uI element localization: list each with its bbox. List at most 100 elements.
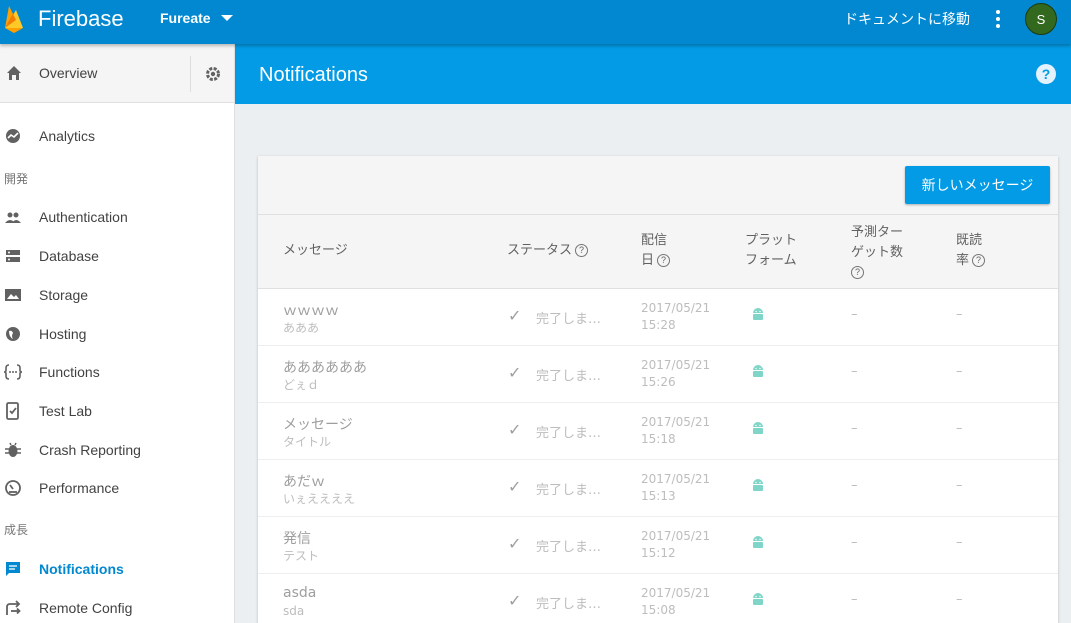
sidebar-item-test-lab[interactable]: Test Lab — [0, 394, 234, 428]
help-icon[interactable]: ? — [575, 244, 589, 257]
predicted-targets-value: – — [851, 364, 858, 379]
speedometer-icon — [5, 480, 21, 496]
firebase-logo-icon[interactable] — [3, 4, 25, 34]
section-label-develop: 開発 — [4, 172, 29, 186]
column-label: 率 — [956, 253, 970, 268]
message-subtitle: テスト — [283, 549, 320, 563]
column-header-message[interactable]: メッセージ — [283, 241, 348, 261]
check-icon: ✓ — [508, 534, 522, 553]
sidebar-item-performance[interactable]: Performance — [0, 471, 234, 505]
column-header-delivery-date[interactable]: 配信日? — [641, 231, 671, 271]
sidebar-item-label: Test Lab — [39, 403, 92, 419]
table-body: ｗｗｗｗ あああ ✓ 完了しま… 2017/05/21 15:28 – – ああああああ どぇｄ ✓… — [258, 289, 1058, 623]
gear-icon[interactable] — [204, 65, 222, 83]
table-row[interactable]: メッセージ タイトル ✓ 完了しま… 2017/05/21 15:18 – – — [258, 403, 1058, 460]
check-icon: ✓ — [508, 306, 522, 325]
check-icon: ✓ — [508, 591, 522, 610]
table-row[interactable]: ああああああ どぇｄ ✓ 完了しま… 2017/05/21 15:26 – – — [258, 346, 1058, 403]
column-label: 配信 — [641, 233, 668, 248]
column-header-read-rate[interactable]: 既読率? — [956, 231, 986, 271]
column-header-predicted-targets[interactable]: 予測ターゲット数? — [851, 223, 903, 283]
android-icon — [753, 479, 763, 491]
overview-label: Overview — [39, 65, 98, 81]
table-row[interactable]: ｗｗｗｗ あああ ✓ 完了しま… 2017/05/21 15:28 – – — [258, 289, 1058, 346]
android-icon — [753, 422, 763, 434]
android-icon — [753, 593, 763, 605]
column-label: フォーム — [745, 253, 797, 268]
people-icon — [5, 212, 21, 223]
help-icon[interactable]: ? — [657, 254, 671, 267]
sidebar-item-label: Functions — [39, 364, 100, 380]
sidebar-item-label: Remote Config — [39, 600, 133, 616]
delivery-date: 2017/05/21 15:26 — [641, 357, 710, 391]
project-selector[interactable]: Fureate — [160, 10, 233, 26]
date-value: 2017/05/21 — [641, 472, 711, 486]
sidebar-overview[interactable]: Overview — [0, 44, 234, 103]
message-title: ｗｗｗｗ — [283, 303, 339, 319]
status-text: 完了しま… — [536, 426, 602, 441]
column-label: 予測ター — [851, 225, 904, 240]
page-header: Notifications ? — [235, 44, 1071, 104]
help-icon[interactable]: ? — [851, 266, 864, 279]
project-name: Fureate — [160, 10, 211, 26]
message-subtitle: sda — [283, 604, 305, 618]
section-label-grow: 成長 — [4, 523, 29, 537]
check-icon: ✓ — [508, 420, 522, 439]
time-value: 15:13 — [641, 489, 676, 503]
sidebar-item-database[interactable]: Database — [0, 239, 234, 273]
android-icon — [753, 308, 763, 320]
sidebar-item-functions[interactable]: Functions — [0, 355, 234, 389]
time-value: 15:26 — [641, 375, 676, 389]
delivery-date: 2017/05/21 15:08 — [641, 585, 710, 619]
table-row[interactable]: asda sda ✓ 完了しま… 2017/05/21 15:08 – – — [258, 574, 1058, 623]
sidebar-item-remote-config[interactable]: Remote Config — [0, 591, 234, 623]
status-text: 完了しま… — [536, 483, 602, 498]
card-toolbar: 新しいメッセージ — [258, 156, 1058, 215]
sidebar-item-authentication[interactable]: Authentication — [0, 200, 234, 234]
column-label: プラット — [745, 233, 798, 248]
test-lab-icon — [6, 402, 19, 420]
status-text: 完了しま… — [536, 597, 602, 612]
message-title: メッセージ — [283, 417, 353, 433]
column-label: ゲット数 — [851, 245, 904, 260]
table-row[interactable]: あだｗ いぇええええ ✓ 完了しま… 2017/05/21 15:13 – – — [258, 460, 1058, 517]
help-icon[interactable]: ? — [972, 254, 986, 267]
sidebar-item-notifications[interactable]: Notifications — [0, 552, 234, 586]
check-icon: ✓ — [508, 477, 522, 496]
sidebar-item-label: Hosting — [39, 326, 87, 342]
sidebar-item-analytics[interactable]: Analytics — [0, 119, 234, 153]
chat-icon — [6, 562, 20, 576]
help-icon[interactable]: ? — [1036, 64, 1056, 84]
predicted-targets-value: – — [851, 592, 858, 607]
analytics-icon — [6, 129, 20, 143]
message-title: asda — [283, 585, 317, 601]
date-value: 2017/05/21 — [641, 358, 711, 372]
docs-link[interactable]: ドキュメントに移動 — [844, 9, 970, 29]
table-row[interactable]: 発信 テスト ✓ 完了しま… 2017/05/21 15:12 – – — [258, 517, 1058, 574]
delivery-date: 2017/05/21 15:28 — [641, 300, 710, 334]
time-value: 15:18 — [641, 432, 676, 446]
predicted-targets-value: – — [851, 478, 858, 493]
column-header-status[interactable]: ステータス? — [507, 241, 589, 261]
check-icon: ✓ — [508, 363, 522, 382]
predicted-targets-value: – — [851, 421, 858, 436]
sidebar-item-crash-reporting[interactable]: Crash Reporting — [0, 433, 234, 467]
sidebar-item-storage[interactable]: Storage — [0, 278, 234, 312]
sidebar-item-hosting[interactable]: Hosting — [0, 317, 234, 351]
bug-icon — [5, 442, 21, 457]
status-text: 完了しま… — [536, 312, 602, 327]
predicted-targets-value: – — [851, 307, 858, 322]
read-rate-value: – — [956, 307, 963, 322]
new-message-button[interactable]: 新しいメッセージ — [905, 166, 1050, 204]
storage-icon — [5, 289, 21, 301]
read-rate-value: – — [956, 421, 963, 436]
brand-name[interactable]: Firebase — [38, 6, 124, 32]
delivery-date: 2017/05/21 15:18 — [641, 414, 710, 448]
column-header-platform[interactable]: プラット フォーム — [745, 231, 797, 271]
status-text: 完了しま… — [536, 540, 602, 555]
more-vert-icon[interactable] — [990, 8, 1006, 30]
home-icon — [7, 66, 21, 80]
sidebar-item-label: Analytics — [39, 128, 96, 144]
read-rate-value: – — [956, 592, 963, 607]
avatar[interactable]: S — [1025, 3, 1057, 35]
